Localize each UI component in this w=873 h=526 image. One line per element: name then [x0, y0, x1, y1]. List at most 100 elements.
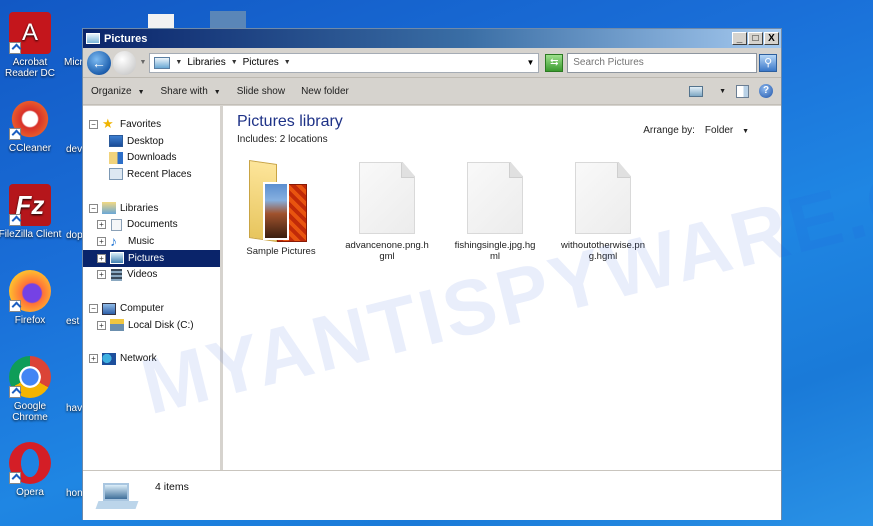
chevron-down-icon: ▼ [137, 88, 145, 96]
collapse-icon[interactable]: − [89, 203, 98, 213]
desktop-icon-ccleaner[interactable]: CCleaner [0, 98, 65, 154]
minimize-button[interactable]: _ [732, 32, 747, 45]
shortcut-arrow-icon [9, 386, 21, 398]
desktop-icon-acrobat[interactable]: A Acrobat Reader DC [0, 12, 65, 79]
filezilla-icon: Fz [9, 184, 51, 226]
recent-pages-dropdown[interactable]: ▼ [139, 59, 146, 66]
tree-item-local-disk[interactable]: + Local Disk (C:) [83, 317, 220, 334]
tree-item-documents[interactable]: + Documents [83, 216, 220, 233]
close-button[interactable]: X [764, 32, 779, 45]
address-bar-row: ← ▼ ▼ Libraries ▼ Pictures ▼ ▼ ⇆ ⚲ [83, 48, 781, 78]
help-icon[interactable]: ? [759, 84, 773, 98]
desktop-partial-label[interactable]: est [66, 316, 79, 327]
tree-item-computer[interactable]: − Computer [83, 300, 220, 317]
shortcut-arrow-icon [9, 472, 21, 484]
tree-item-music[interactable]: + ♪ Music [83, 233, 220, 250]
collapse-icon[interactable]: − [89, 119, 98, 129]
preview-pane-icon[interactable] [736, 84, 749, 98]
blank-file-icon [575, 162, 631, 234]
desktop-partial-label[interactable]: dop [66, 230, 83, 241]
new-folder-button[interactable]: New folder [301, 86, 349, 97]
file-item[interactable]: advancenone.png.hgml [343, 162, 431, 262]
tree-label: Downloads [127, 152, 177, 164]
network-icon [102, 352, 116, 365]
file-list-pane[interactable]: Pictures library Includes: 2 locations A… [223, 106, 781, 470]
tree-label: Favorites [120, 118, 162, 130]
desktop-icon-filezilla[interactable]: Fz FileZilla Client [0, 184, 65, 240]
file-item[interactable]: fishingsingle.jpg.hgml [451, 162, 539, 262]
tree-label: Music [128, 235, 155, 247]
item-count: 4 items [155, 481, 189, 493]
collapse-icon[interactable]: − [89, 304, 98, 314]
navigation-pane: − ★ Favorites Desktop Downloads Recent P… [83, 106, 223, 470]
file-item-sample-pictures[interactable]: Sample Pictures [237, 160, 325, 257]
desktop-icon-firefox[interactable]: Firefox [0, 270, 65, 326]
desktop-icon-label: Acrobat Reader DC [4, 57, 56, 79]
tree-item-desktop[interactable]: Desktop [83, 133, 220, 150]
tree-label: Recent Places [127, 168, 192, 180]
breadcrumb-pictures[interactable]: Pictures [243, 57, 279, 68]
share-with-menu[interactable]: Share with ▼ [161, 86, 221, 97]
acrobat-icon: A [9, 12, 51, 54]
tree-item-network[interactable]: + Network [83, 351, 220, 368]
desktop-icon-chrome[interactable]: Google Chrome [0, 356, 65, 423]
ccleaner-icon [9, 98, 51, 140]
maximize-button[interactable]: □ [748, 32, 763, 45]
explorer-window: Pictures _ □ X ← ▼ ▼ Libraries ▼ Picture… [82, 28, 782, 520]
refresh-icon: ⇆ [550, 56, 559, 68]
back-button[interactable]: ← [87, 50, 111, 75]
tree-item-libraries[interactable]: − Libraries [83, 200, 220, 217]
forward-button[interactable] [112, 50, 137, 75]
chevron-right-icon[interactable]: ▼ [231, 59, 238, 66]
star-icon: ★ [102, 116, 114, 132]
view-options-dropdown[interactable]: ▼ [719, 88, 726, 95]
slide-show-button[interactable]: Slide show [237, 86, 285, 97]
address-history-dropdown[interactable]: ▼ [526, 58, 534, 67]
expand-icon[interactable]: + [97, 220, 106, 230]
recent-places-icon [109, 168, 123, 181]
desktop-partial-file-icon[interactable] [148, 14, 174, 28]
title-bar[interactable]: Pictures _ □ X [83, 29, 781, 48]
blank-file-icon [467, 162, 523, 234]
expand-icon[interactable]: + [89, 354, 98, 364]
chevron-down-icon[interactable]: ▼ [284, 59, 291, 66]
search-input[interactable] [567, 52, 758, 73]
tree-label: Local Disk (C:) [128, 319, 194, 331]
tree-item-videos[interactable]: + Videos [83, 267, 220, 284]
details-pane: 4 items [83, 470, 781, 520]
documents-icon [111, 218, 122, 231]
tree-item-downloads[interactable]: Downloads [83, 149, 220, 166]
desktop-partial-icon[interactable] [210, 11, 246, 28]
change-view-icon[interactable] [689, 85, 704, 97]
desktop-partial-label[interactable]: hav [66, 403, 82, 414]
expand-icon[interactable]: + [97, 270, 106, 280]
desktop-icon-opera[interactable]: Opera [0, 442, 65, 498]
chevron-right-icon[interactable]: ▼ [175, 59, 182, 66]
organize-label: Organize [91, 85, 132, 97]
tree-item-favorites[interactable]: − ★ Favorites [83, 116, 220, 133]
tree-item-pictures[interactable]: + Pictures [83, 249, 220, 267]
organize-menu[interactable]: Organize ▼ [91, 86, 145, 97]
desktop-partial-label[interactable]: dev [66, 144, 82, 155]
tree-item-recent-places[interactable]: Recent Places [83, 166, 220, 183]
expand-icon[interactable]: + [97, 320, 106, 330]
shortcut-arrow-icon [9, 128, 21, 140]
breadcrumb-libraries[interactable]: Libraries [187, 57, 225, 68]
library-includes[interactable]: Includes: 2 locations [237, 134, 328, 145]
command-bar: Organize ▼ Share with ▼ Slide show New fol… [83, 78, 781, 105]
expand-icon[interactable]: + [97, 253, 106, 263]
desktop-icon-label: Google Chrome [12, 401, 48, 423]
expand-icon[interactable]: + [97, 236, 106, 246]
tree-label: Network [120, 353, 157, 365]
desktop-partial-label[interactable]: hon [66, 488, 83, 499]
desktop-partial-label[interactable]: Micr [64, 57, 83, 68]
tree-label: Videos [127, 269, 158, 281]
desktop-icon-label: FileZilla Client [0, 229, 62, 240]
search-button[interactable]: ⚲ [759, 53, 777, 72]
arrange-by-dropdown[interactable]: Folder ▼ [705, 125, 749, 136]
tree-label: Computer [120, 303, 164, 315]
pictures-icon [110, 252, 124, 265]
refresh-button[interactable]: ⇆ [545, 53, 564, 72]
file-item[interactable]: withoutotherwise.png.hgml [559, 162, 647, 262]
address-bar[interactable]: ▼ Libraries ▼ Pictures ▼ ▼ [149, 52, 540, 73]
